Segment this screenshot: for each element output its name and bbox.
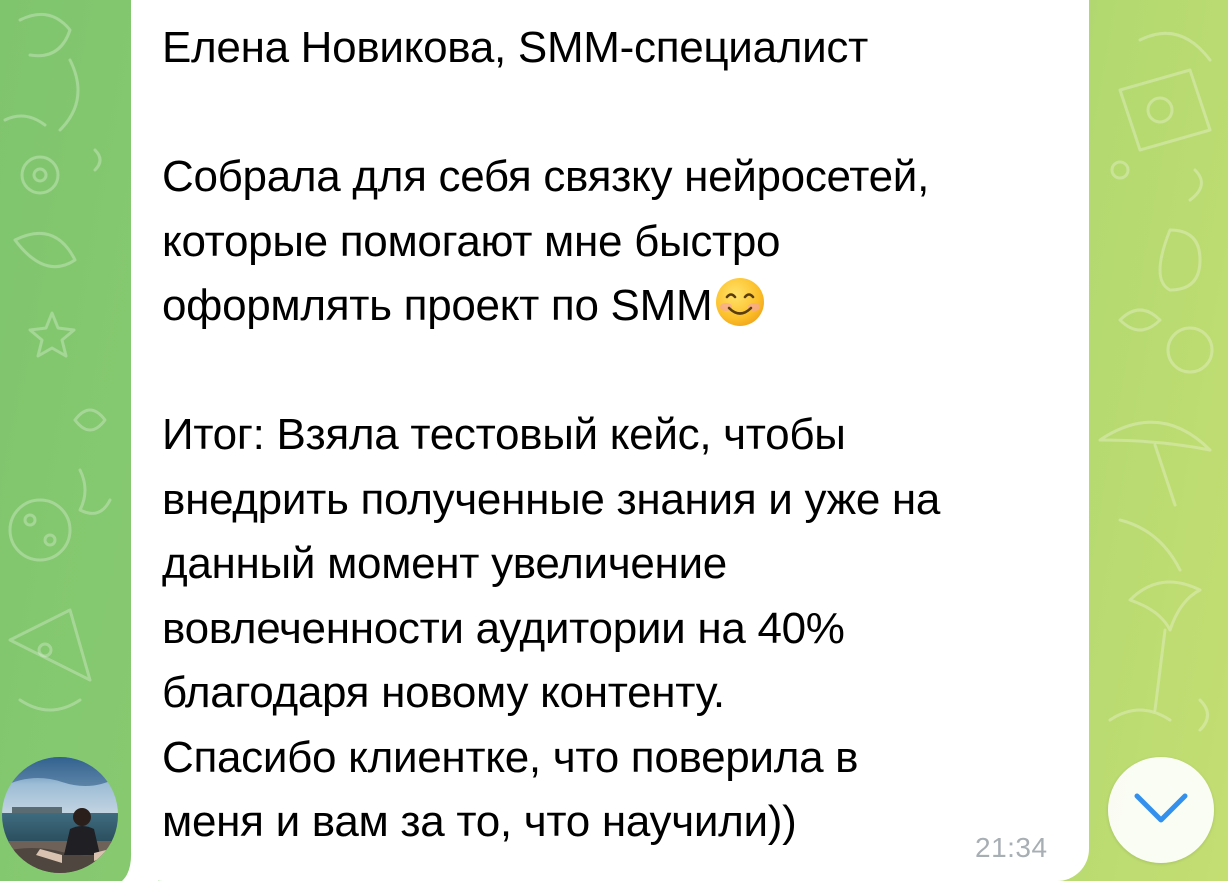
message-author-line: Елена Новикова, SMM-специалист xyxy=(162,23,868,72)
chevron-down-icon xyxy=(1134,793,1188,823)
message-paragraph-2: Итог: Взяла тестовый кейс, чтобы внедрит… xyxy=(162,410,941,846)
user-photo-avatar-icon xyxy=(2,757,118,873)
smiling-face-emoji-icon xyxy=(716,278,765,326)
message-timestamp: 21:34 xyxy=(975,832,1048,863)
message-paragraph-1: Собрала для себя связку нейросетей, кото… xyxy=(162,152,929,330)
sender-avatar[interactable] xyxy=(2,757,118,873)
scroll-to-bottom-button[interactable] xyxy=(1108,757,1214,863)
message-text: Елена Новикова, SMM-специалист Собрала д… xyxy=(162,16,1062,855)
